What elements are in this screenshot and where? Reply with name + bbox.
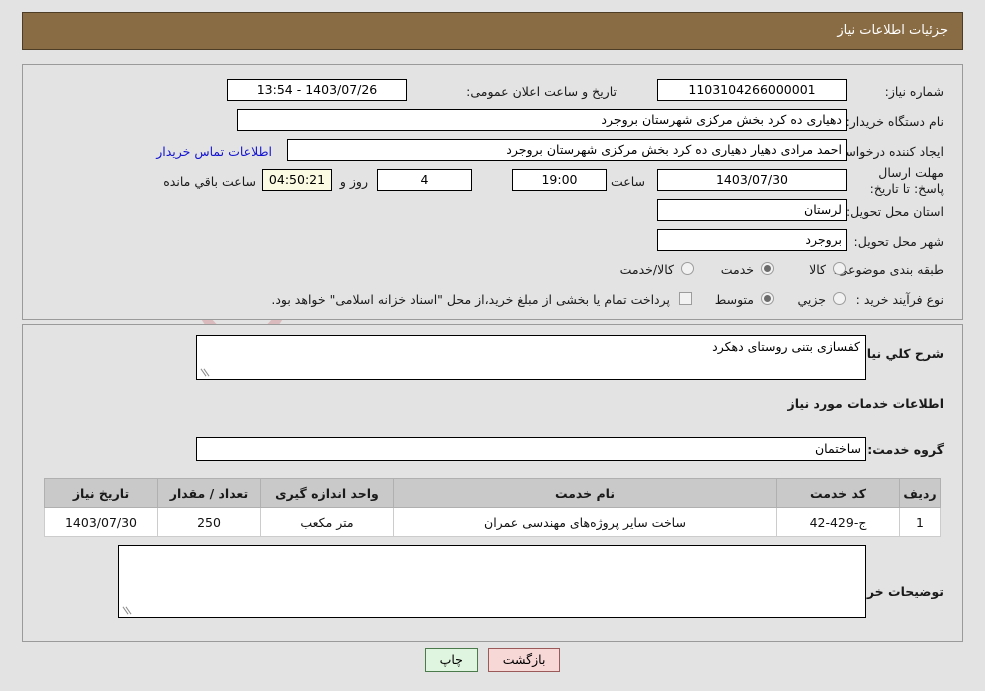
resize-grip-icon[interactable] (122, 606, 132, 616)
countdown-label: ساعت باقي مانده (163, 174, 256, 189)
th-unit: واحد اندازه گیری (260, 478, 394, 508)
cell-qty: 250 (157, 507, 261, 537)
th-code: کد خدمت (776, 478, 900, 508)
deadline-date-field[interactable]: 1403/07/30 (657, 169, 847, 191)
city-label: شهر محل تحویل: (853, 234, 944, 249)
buyer-org-field[interactable]: دهیاری ده کرد بخش مرکزی شهرستان بروجرد (237, 109, 847, 131)
need-summary-panel: شماره نیاز: 1103104266000001 تاریخ و ساع… (22, 64, 963, 320)
page-header-bar: جزئیات اطلاعات نیاز (22, 12, 963, 50)
table-header-row: ردیف کد خدمت نام خدمت واحد اندازه گیری ت… (44, 478, 941, 508)
need-number-label: شماره نیاز: (884, 84, 944, 99)
province-label: استان محل تحویل: (845, 204, 944, 219)
th-name: نام خدمت (393, 478, 777, 508)
radio-category-kala-label[interactable]: کالا (809, 263, 826, 277)
cell-row: 1 (899, 507, 941, 537)
th-qty: تعداد / مقدار (157, 478, 261, 508)
radio-category-kala-khedmat[interactable] (681, 262, 694, 275)
cell-code: ج-429-42 (776, 507, 900, 537)
general-desc-textarea[interactable]: کفسازی بتنی روستای دهکرد (196, 335, 866, 380)
public-announce-label: تاریخ و ساعت اعلان عمومی: (466, 84, 617, 99)
print-button[interactable]: چاپ (424, 648, 478, 672)
days-label: روز و (339, 174, 368, 189)
radio-process-jozee-label[interactable]: جزیي (797, 293, 826, 307)
city-field[interactable]: بروجرد (657, 229, 847, 251)
public-announce-field[interactable]: 1403/07/26 - 13:54 (227, 79, 407, 101)
service-group-label: گروه خدمت: (867, 442, 944, 457)
radio-process-motevaset-label[interactable]: متوسط (715, 293, 754, 307)
radio-category-kala-khedmat-label[interactable]: کالا/خدمت (620, 263, 674, 277)
services-table: ردیف کد خدمت نام خدمت واحد اندازه گیری ت… (44, 478, 941, 537)
category-label: طبقه بندی موضوعی: (833, 262, 944, 277)
radio-process-motevaset[interactable] (761, 292, 774, 305)
general-desc-label: شرح کلي نیاز: (854, 346, 944, 361)
countdown-field: 04:50:21 (262, 169, 332, 191)
buyer-notes-textarea[interactable] (118, 545, 866, 618)
hour-field[interactable]: 19:00 (512, 169, 607, 191)
process-label: نوع فرآیند خرید : (855, 292, 944, 307)
cell-unit: متر مکعب (260, 507, 394, 537)
resize-grip-icon[interactable] (200, 368, 210, 378)
province-field[interactable]: لرستان (657, 199, 847, 221)
creator-field[interactable]: احمد مرادی دهیار دهیاری ده کرد بخش مرکزی… (287, 139, 847, 161)
th-date: تاریخ نیاز (44, 478, 158, 508)
radio-category-khedmat[interactable] (761, 262, 774, 275)
hour-label: ساعت (610, 174, 645, 189)
need-number-field[interactable]: 1103104266000001 (657, 79, 847, 101)
radio-category-kala[interactable] (833, 262, 846, 275)
days-remaining-field[interactable]: 4 (377, 169, 472, 191)
th-row: ردیف (899, 478, 941, 508)
radio-process-jozee[interactable] (833, 292, 846, 305)
table-row[interactable]: 1 ج-429-42 ساخت سایر پروژه‌های مهندسی عم… (44, 507, 941, 537)
back-button[interactable]: بازگشت (487, 648, 561, 672)
radio-category-khedmat-label[interactable]: خدمت (721, 263, 754, 277)
cell-date: 1403/07/30 (44, 507, 158, 537)
service-group-field[interactable]: ساختمان (196, 437, 866, 461)
services-info-heading: اطلاعات خدمات مورد نیاز (787, 396, 945, 411)
treasury-docs-checkbox[interactable] (679, 292, 692, 305)
general-desc-value: کفسازی بتنی روستای دهکرد (712, 339, 860, 354)
cell-name: ساخت سایر پروژه‌های مهندسی عمران (393, 507, 777, 537)
page-title: جزئیات اطلاعات نیاز (837, 23, 948, 38)
buyer-contact-link[interactable]: اطلاعات تماس خریدار (156, 145, 272, 159)
buyer-org-label: نام دستگاه خریدار: (845, 114, 944, 129)
footer-button-row: بازگشت چاپ (0, 648, 985, 672)
treasury-docs-label: پرداخت تمام یا بخشی از مبلغ خرید،از محل … (271, 292, 670, 307)
deadline-label: مهلت ارسال پاسخ: تا تاریخ: (869, 165, 944, 196)
